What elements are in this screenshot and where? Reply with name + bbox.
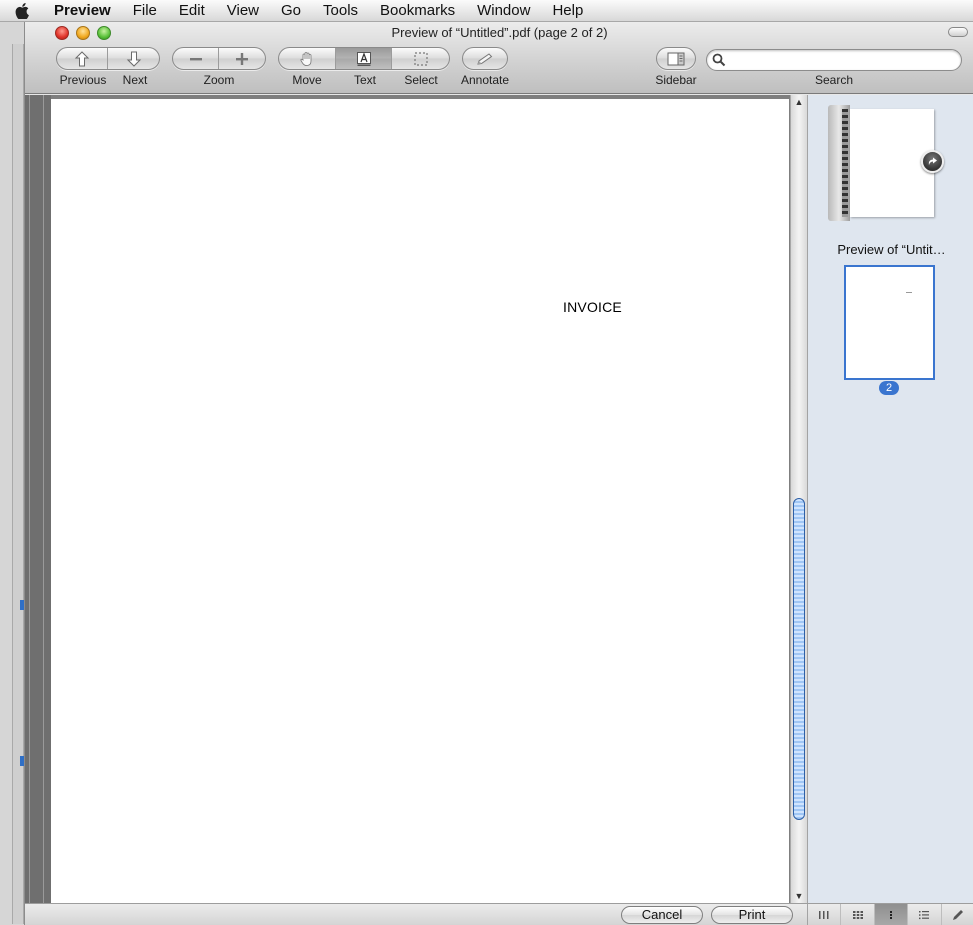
- rotate-arrow-icon: [928, 157, 937, 165]
- thumbnail-1-label: Preview of “Untit…: [837, 242, 946, 257]
- menu-bar: Preview File Edit View Go Tools Bookmark…: [0, 0, 973, 22]
- invoice-heading: INVOICE: [563, 299, 622, 315]
- view-mode-list[interactable]: [908, 904, 942, 925]
- page-number-badge: 2: [879, 381, 899, 395]
- previous-label: Previous: [59, 73, 107, 87]
- scrollbar-thumb[interactable]: [793, 498, 805, 820]
- search-icon: [712, 53, 726, 67]
- select-label: Select: [404, 73, 438, 87]
- sidebar-label: Sidebar: [655, 73, 697, 87]
- pencil-icon: [952, 910, 963, 920]
- menu-go[interactable]: Go: [270, 0, 312, 22]
- sidebar-view-modes: [807, 904, 973, 925]
- view-mode-thumbnails[interactable]: [874, 904, 909, 925]
- up-arrow-icon: [74, 50, 90, 66]
- menu-edit[interactable]: Edit: [168, 0, 216, 22]
- search-field[interactable]: [706, 49, 962, 71]
- grid-icon: [852, 911, 863, 919]
- tool-mode-control: [278, 47, 450, 70]
- menu-file[interactable]: File: [122, 0, 168, 22]
- zoom-control: [172, 47, 266, 70]
- pdf-page[interactable]: INVOICE: [51, 99, 789, 903]
- document-view[interactable]: INVOICE: [25, 95, 807, 903]
- background-window-edge: [12, 44, 24, 924]
- text-label: Text: [353, 73, 376, 87]
- menu-bookmarks[interactable]: Bookmarks: [369, 0, 466, 22]
- bottom-bar: Cancel Print: [25, 903, 973, 925]
- scroll-down-arrow-icon[interactable]: ▼: [794, 891, 804, 901]
- view-mode-grid[interactable]: [841, 904, 875, 925]
- select-tool-button[interactable]: [392, 48, 449, 69]
- menu-window[interactable]: Window: [466, 0, 541, 22]
- annotate-label: Annotate: [460, 73, 510, 87]
- sidebar-icon: [667, 52, 685, 65]
- menu-view[interactable]: View: [216, 0, 270, 22]
- toolbar-toggle-button[interactable]: [948, 27, 968, 37]
- cancel-button[interactable]: Cancel: [621, 906, 703, 924]
- zoom-out-button[interactable]: [173, 48, 220, 69]
- thumbnail-page-2[interactable]: [844, 265, 935, 380]
- search-input[interactable]: [729, 52, 954, 68]
- sidebar-toggle-button[interactable]: [656, 47, 696, 70]
- title-bar: Preview of “Untitled”.pdf (page 2 of 2) …: [25, 22, 973, 94]
- thumbnail-document-1[interactable]: [828, 105, 934, 221]
- thumbnail-text-mark: [906, 292, 912, 293]
- list-icon: [919, 911, 930, 920]
- preview-window: Preview of “Untitled”.pdf (page 2 of 2) …: [24, 22, 973, 925]
- previous-button[interactable]: [57, 48, 109, 69]
- plus-icon: [236, 52, 248, 65]
- move-label: Move: [292, 73, 322, 87]
- zoom-label: Zoom: [203, 73, 235, 87]
- vertical-scrollbar[interactable]: ▲ ▼: [790, 95, 807, 903]
- view-mode-columns[interactable]: [808, 904, 842, 925]
- print-button[interactable]: Print: [711, 906, 793, 924]
- thumbnail-sidebar: Preview of “Untit… 2: [807, 95, 973, 903]
- annotate-button[interactable]: [462, 47, 508, 70]
- scroll-up-arrow-icon[interactable]: ▲: [794, 97, 804, 107]
- thumbnail-list-icon: [890, 911, 893, 919]
- minus-icon: [189, 57, 202, 60]
- selection-marquee-icon: [414, 51, 428, 66]
- rotate-button[interactable]: [921, 150, 944, 173]
- window-title: Preview of “Untitled”.pdf (page 2 of 2): [391, 25, 608, 40]
- sidebar-toggle-face[interactable]: [657, 48, 695, 69]
- columns-icon: [819, 911, 829, 919]
- next-label: Next: [122, 73, 148, 87]
- document-gutter: [25, 95, 51, 903]
- view-mode-annotations[interactable]: [942, 904, 973, 925]
- down-arrow-icon: [126, 51, 141, 67]
- pencil-icon: [477, 52, 493, 65]
- annotate-button-face[interactable]: [463, 48, 507, 69]
- gutter-line: [29, 95, 30, 903]
- hand-icon: [300, 51, 312, 66]
- menu-help[interactable]: Help: [541, 0, 594, 22]
- text-tool-button[interactable]: [335, 48, 393, 69]
- binder-rings: [842, 109, 848, 217]
- search-label: Search: [814, 73, 854, 87]
- menu-app-preview[interactable]: Preview: [44, 0, 122, 22]
- next-button[interactable]: [108, 48, 159, 69]
- apple-menu-icon[interactable]: [0, 0, 44, 22]
- zoom-in-button[interactable]: [219, 48, 265, 69]
- prev-next-control: [56, 47, 160, 70]
- menu-tools[interactable]: Tools: [312, 0, 369, 22]
- text-cursor-icon: [356, 51, 371, 66]
- move-tool-button[interactable]: [279, 48, 336, 69]
- gutter-line: [43, 95, 44, 903]
